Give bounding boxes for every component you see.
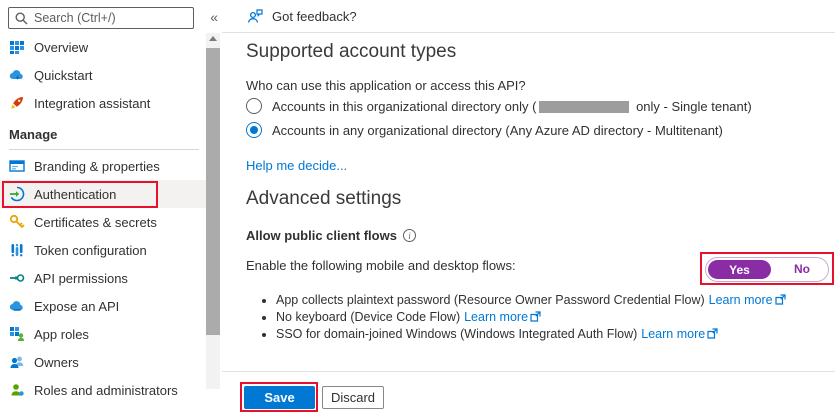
- sidebar-item-token-configuration[interactable]: Token configuration: [0, 236, 206, 264]
- sidebar: Search (Ctrl+/) « Overview Quickstart: [0, 0, 222, 412]
- section-title-advanced-settings: Advanced settings: [246, 188, 401, 210]
- sidebar-item-label: Certificates & secrets: [34, 215, 157, 230]
- api-permissions-icon: [9, 270, 25, 286]
- integration-assistant-icon: [9, 95, 25, 111]
- sidebar-item-owners[interactable]: Owners: [0, 348, 206, 376]
- sidebar-section-manage: Manage: [0, 117, 206, 146]
- radio-unselected-icon[interactable]: [246, 98, 262, 114]
- radio-label: Accounts in this organizational director…: [272, 99, 752, 114]
- learn-more-link[interactable]: Learn more: [641, 327, 718, 341]
- redacted-tenant-name: [539, 101, 629, 113]
- list-item: App collects plaintext password (Resourc…: [276, 293, 786, 307]
- list-item: No keyboard (Device Code Flow)Learn more: [276, 310, 786, 324]
- sidebar-item-authentication[interactable]: Authentication: [0, 180, 206, 208]
- sidebar-item-roles-administrators[interactable]: Roles and administrators: [0, 376, 206, 404]
- account-types-question: Who can use this application or access t…: [246, 78, 526, 93]
- sidebar-item-label: API permissions: [34, 271, 128, 286]
- external-link-icon: [775, 294, 786, 305]
- radio-option-single-tenant[interactable]: Accounts in this organizational director…: [246, 98, 752, 114]
- section-title-supported-account-types: Supported account types: [246, 41, 456, 63]
- sidebar-divider: [9, 149, 199, 150]
- flows-bullet-list: App collects plaintext password (Resourc…: [262, 293, 786, 344]
- owners-icon: [9, 354, 25, 370]
- feedback-icon: [247, 8, 264, 25]
- list-item: SSO for domain-joined Windows (Windows I…: [276, 327, 786, 341]
- info-icon[interactable]: i: [403, 229, 416, 242]
- got-feedback-label: Got feedback?: [272, 9, 357, 24]
- collapse-sidebar-icon[interactable]: «: [210, 9, 218, 25]
- save-button[interactable]: Save: [244, 386, 315, 409]
- discard-button[interactable]: Discard: [322, 386, 384, 409]
- scrollbar-thumb[interactable]: [206, 48, 220, 335]
- public-client-flows-toggle[interactable]: Yes No: [705, 257, 829, 282]
- quickstart-icon: [9, 67, 25, 83]
- sidebar-item-certificates-secrets[interactable]: Certificates & secrets: [0, 208, 206, 236]
- expose-api-icon: [9, 298, 25, 314]
- sidebar-item-label: App roles: [34, 327, 89, 342]
- search-input[interactable]: Search (Ctrl+/): [8, 7, 194, 29]
- sidebar-item-label: Integration assistant: [34, 96, 150, 111]
- footer-divider: [222, 371, 835, 372]
- external-link-icon: [707, 328, 718, 339]
- token-configuration-icon: [9, 242, 25, 258]
- learn-more-link[interactable]: Learn more: [464, 310, 541, 324]
- search-placeholder: Search (Ctrl+/): [34, 11, 116, 25]
- help-me-decide-link[interactable]: Help me decide...: [246, 158, 347, 173]
- roles-administrators-icon: [9, 382, 25, 398]
- overview-icon: [9, 39, 25, 55]
- sidebar-item-overview[interactable]: Overview: [0, 33, 206, 61]
- sidebar-item-label: Quickstart: [34, 68, 93, 83]
- learn-more-link[interactable]: Learn more: [709, 293, 786, 307]
- radio-option-multitenant[interactable]: Accounts in any organizational directory…: [246, 122, 723, 138]
- sidebar-item-branding-properties[interactable]: Branding & properties: [0, 152, 206, 180]
- toggle-no-option[interactable]: No: [794, 262, 810, 276]
- sidebar-scrollbar[interactable]: [206, 33, 220, 389]
- branding-icon: [9, 158, 25, 174]
- main-content: Got feedback? Supported account types Wh…: [222, 0, 835, 412]
- sidebar-item-label: Authentication: [34, 187, 116, 202]
- sidebar-item-app-roles[interactable]: App roles: [0, 320, 206, 348]
- sidebar-item-quickstart[interactable]: Quickstart: [0, 61, 206, 89]
- search-icon: [15, 12, 28, 25]
- sidebar-item-label: Owners: [34, 355, 79, 370]
- certificates-icon: [9, 214, 25, 230]
- external-link-icon: [530, 311, 541, 322]
- sidebar-nav: Overview Quickstart Integration assistan…: [0, 33, 206, 404]
- sidebar-item-expose-an-api[interactable]: Expose an API: [0, 292, 206, 320]
- sidebar-item-label: Token configuration: [34, 243, 147, 258]
- radio-selected-icon[interactable]: [246, 122, 262, 138]
- scroll-up-icon[interactable]: [209, 36, 217, 41]
- sidebar-item-api-permissions[interactable]: API permissions: [0, 264, 206, 292]
- sidebar-item-integration-assistant[interactable]: Integration assistant: [0, 89, 206, 117]
- app-roles-icon: [9, 326, 25, 342]
- sidebar-item-label: Overview: [34, 40, 88, 55]
- toolbar: Got feedback?: [222, 0, 835, 33]
- allow-public-client-flows-label: Allow public client flows i: [246, 228, 416, 243]
- sidebar-item-label: Branding & properties: [34, 159, 160, 174]
- toggle-yes-option[interactable]: Yes: [708, 260, 771, 279]
- got-feedback-button[interactable]: Got feedback?: [247, 8, 357, 25]
- sidebar-item-label: Roles and administrators: [34, 383, 178, 398]
- enable-flows-label: Enable the following mobile and desktop …: [246, 258, 516, 273]
- authentication-icon: [9, 186, 25, 202]
- radio-label: Accounts in any organizational directory…: [272, 123, 723, 138]
- sidebar-item-label: Expose an API: [34, 299, 119, 314]
